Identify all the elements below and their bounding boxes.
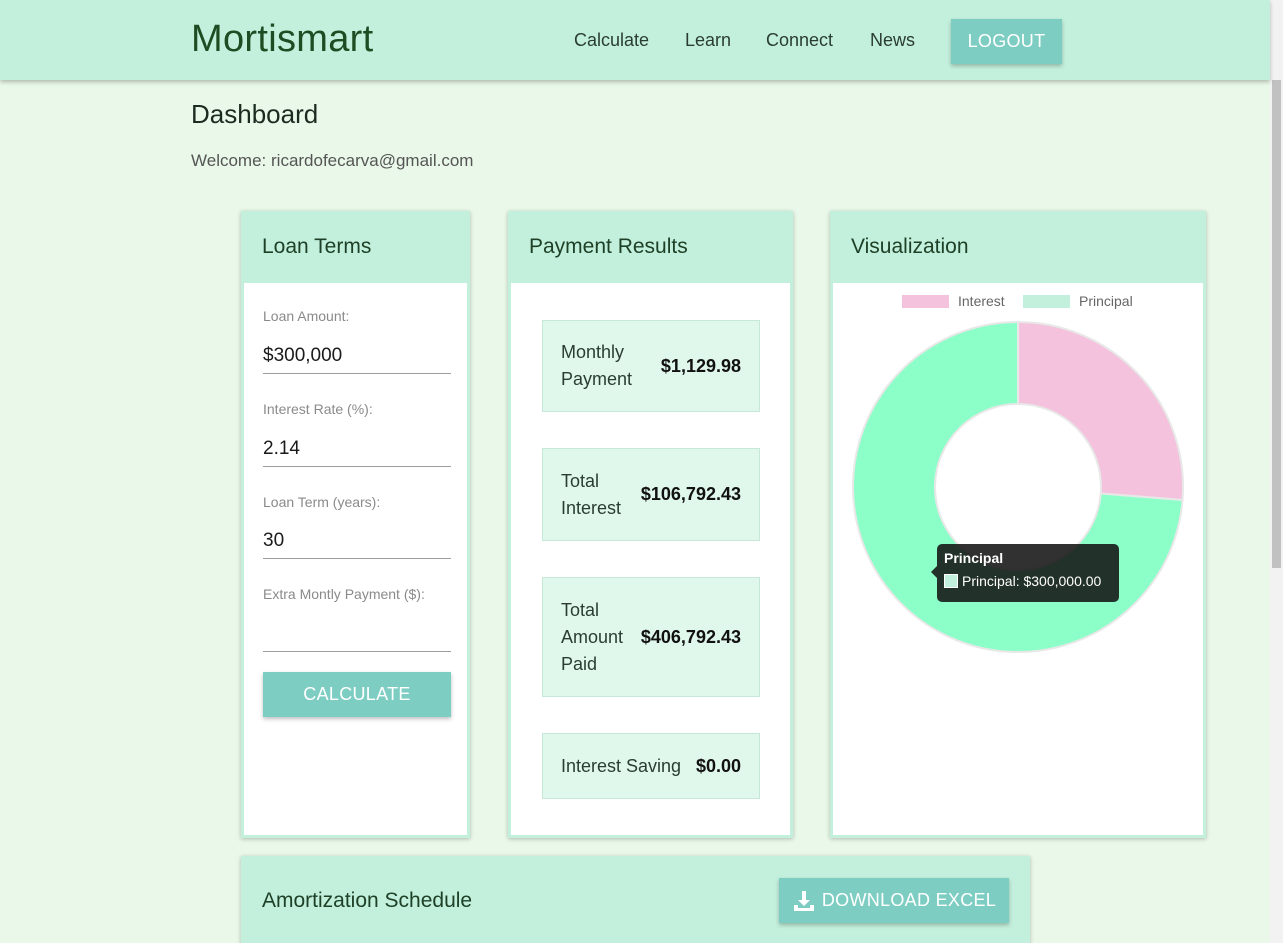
total-amount-paid-value: $406,792.43 <box>640 626 741 647</box>
interest-rate-input[interactable] <box>263 431 451 467</box>
payment-results-body: Monthly Payment $1,129.98 Total Interest… <box>511 283 790 835</box>
nav-link-connect[interactable]: Connect <box>766 30 833 51</box>
visualization-body: Interest Principal Principal Principal: … <box>833 283 1203 835</box>
calculate-button[interactable]: CALCULATE <box>263 672 451 717</box>
donut-slice-interest[interactable] <box>1017 320 1184 502</box>
page-title: Dashboard <box>191 99 319 129</box>
tooltip-swatch <box>944 574 958 588</box>
nav-link-news[interactable]: News <box>870 30 915 51</box>
tooltip-title: Principal <box>944 550 1004 566</box>
scrollbar-thumb[interactable] <box>1272 80 1281 568</box>
loan-terms-title: Loan Terms <box>262 235 372 258</box>
brand-logo[interactable]: Mortismart <box>191 18 373 61</box>
loan-amount-label: Loan Amount: <box>263 308 350 324</box>
download-excel-label: DOWNLOAD EXCEL <box>821 890 997 910</box>
loan-amount-input[interactable] <box>263 338 451 374</box>
total-interest-label: Total Interest <box>561 470 622 518</box>
total-amount-paid-box: Total Amount Paid $406,792.43 <box>542 577 760 697</box>
visualization-card: Visualization Interest Principal Princip… <box>830 211 1206 838</box>
loan-terms-body: Loan Amount: Interest Rate (%): Loan Ter… <box>244 283 467 835</box>
tooltip-value: Principal: $300,000.00 <box>962 573 1102 589</box>
tooltip-row: Principal: $300,000.00 <box>944 573 1112 589</box>
interest-saving-label: Interest Saving <box>561 755 682 776</box>
total-amount-paid-label: Total Amount Paid <box>561 599 624 674</box>
total-interest-box: Total Interest $106,792.43 <box>542 448 760 541</box>
interest-rate-label: Interest Rate (%): <box>263 401 373 417</box>
loan-term-label: Loan Term (years): <box>263 494 381 510</box>
loan-term-input[interactable] <box>263 523 451 559</box>
user-email: ricardofecarva@gmail.com <box>271 151 474 170</box>
extra-payment-input[interactable] <box>263 616 451 652</box>
interest-saving-box: Interest Saving $0.00 <box>542 733 760 799</box>
payment-results-title: Payment Results <box>529 235 688 258</box>
welcome-text: Welcome: ricardofecarva@gmail.com <box>191 151 473 171</box>
logout-button[interactable]: LOGOUT <box>951 19 1062 64</box>
navbar: Mortismart Calculate Learn Connect News … <box>0 0 1270 80</box>
extra-payment-label: Extra Montly Payment ($): <box>263 586 425 602</box>
page-scrollbar[interactable] <box>1270 0 1283 943</box>
loan-terms-card: Loan Terms Loan Amount: Interest Rate (%… <box>241 211 470 838</box>
total-interest-value: $106,792.43 <box>640 484 741 504</box>
download-icon <box>793 890 814 911</box>
monthly-payment-value: $1,129.98 <box>660 355 741 376</box>
visualization-title: Visualization <box>851 235 969 258</box>
chart-tooltip: Principal Principal: $300,000.00 <box>931 544 1119 602</box>
welcome-prefix: Welcome: <box>191 151 267 170</box>
nav-link-calculate[interactable]: Calculate <box>574 30 649 51</box>
monthly-payment-label: Monthly Payment <box>561 342 633 389</box>
download-excel-button[interactable]: DOWNLOAD EXCEL <box>779 878 1009 923</box>
amortization-card: Amortization Schedule DOWNLOAD EXCEL <box>241 856 1030 943</box>
nav-link-learn[interactable]: Learn <box>685 30 731 51</box>
payment-results-card: Payment Results Monthly Payment $1,129.9… <box>508 211 793 838</box>
monthly-payment-box: Monthly Payment $1,129.98 <box>542 320 760 412</box>
interest-saving-value: $0.00 <box>695 755 741 776</box>
